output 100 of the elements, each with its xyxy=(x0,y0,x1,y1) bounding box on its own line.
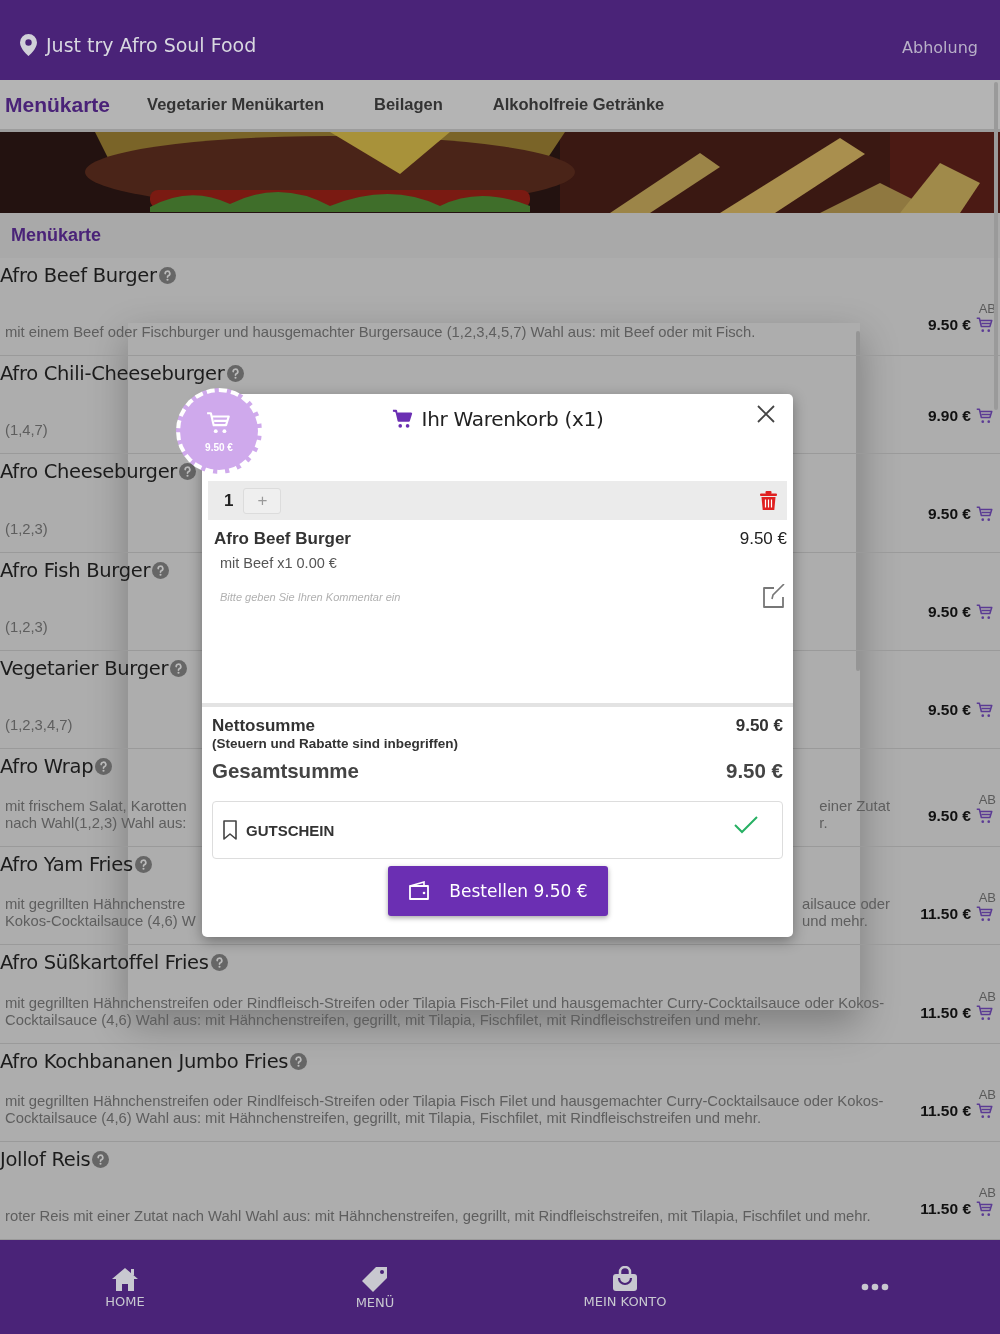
item-price: 9.50 € xyxy=(927,316,971,335)
add-to-cart-button[interactable] xyxy=(976,1003,994,1022)
cart-icon xyxy=(976,1199,994,1218)
item-name: Vegetarier Burger xyxy=(0,656,169,680)
cart-icon xyxy=(976,701,994,720)
help-icon[interactable] xyxy=(290,1052,308,1070)
cart-icon xyxy=(976,905,994,924)
order-button[interactable]: Bestellen 9.50 € xyxy=(387,866,608,916)
scrollbar[interactable] xyxy=(994,82,998,410)
from-label: AB xyxy=(978,988,996,1004)
help-icon[interactable] xyxy=(152,561,170,579)
help-icon[interactable] xyxy=(134,856,152,874)
from-label: AB xyxy=(978,1086,996,1102)
item-name: Afro Wrap xyxy=(0,755,94,778)
bag-icon xyxy=(611,1265,639,1292)
from-label: AB xyxy=(978,1184,996,1200)
item-description: (1,2,3,4,7) xyxy=(5,717,73,734)
item-name: Afro Süßkartoffel Fries xyxy=(0,951,209,975)
cart-icon xyxy=(976,1101,994,1120)
help-icon[interactable] xyxy=(158,267,176,284)
coupon-field[interactable]: GUTSCHEIN xyxy=(212,801,783,859)
item-description: ailsauce oder und mehr. xyxy=(802,896,890,931)
item-description: (1,2,3) xyxy=(5,520,48,538)
item-description: einer Zutat r. xyxy=(819,798,890,833)
trash-icon xyxy=(760,490,777,511)
add-to-cart-button[interactable] xyxy=(976,1199,994,1218)
close-button[interactable] xyxy=(755,403,777,425)
cart-icon xyxy=(206,409,232,436)
comment-field[interactable]: Bitte geben Sie Ihren Kommentar ein xyxy=(214,591,761,603)
item-description: mit einem Beef oder Fischburger und hausgemachter Burgersauce (1,2,3,4,5,7) Wahl aus: mit Beef oder mit Fisch. xyxy=(5,324,756,342)
add-to-cart-button[interactable] xyxy=(976,701,994,720)
nav-item[interactable]: HOME xyxy=(101,1265,149,1309)
close-icon xyxy=(757,405,775,423)
cart-item-name: Afro Beef Burger xyxy=(214,529,351,549)
tag-icon xyxy=(360,1264,390,1293)
help-icon[interactable] xyxy=(95,758,113,775)
cart-icon xyxy=(976,807,994,826)
home-icon xyxy=(110,1265,140,1292)
item-name: Afro Yam Fries xyxy=(0,853,133,877)
help-icon[interactable] xyxy=(170,659,188,677)
item-description: (1,2,3) xyxy=(5,618,48,636)
item-price: 9.50 € xyxy=(927,701,971,720)
grand-total-value: 9.50 € xyxy=(726,759,783,783)
order-mode[interactable]: Abholung xyxy=(902,33,978,57)
more-icon xyxy=(861,1283,889,1291)
section-title: Menükarte xyxy=(11,225,102,246)
category-tab[interactable]: Alkoholfreie Getränke xyxy=(467,95,690,114)
add-to-cart-button[interactable] xyxy=(976,1101,994,1120)
restaurant-name: Just try Afro Soul Food xyxy=(46,34,257,56)
category-tab[interactable]: Beilagen xyxy=(349,95,468,114)
location-pin-icon xyxy=(20,34,37,56)
net-total-label: Nettosumme xyxy=(212,716,315,736)
add-to-cart-button[interactable] xyxy=(976,807,994,826)
coupon-label: GUTSCHEIN xyxy=(246,821,335,839)
cart-icon xyxy=(976,1003,994,1022)
cart-item-price: 9.50 € xyxy=(739,529,787,549)
help-icon[interactable] xyxy=(179,463,197,481)
net-total-value: 9.50 € xyxy=(735,716,783,736)
dialog-title: Ihr Warenkorb (x1) xyxy=(421,407,604,431)
add-to-cart-button[interactable] xyxy=(976,316,994,335)
tax-note: (Steuern und Rabatte sind inbegriffen) xyxy=(212,736,459,751)
help-icon[interactable] xyxy=(92,1150,110,1168)
add-to-cart-button[interactable] xyxy=(976,603,994,622)
item-description: (1,4,7) xyxy=(5,422,48,440)
cart-amount: 9.50 € xyxy=(205,441,233,453)
item-name: Afro Kochbananen Jumbo Fries xyxy=(0,1049,289,1073)
nav-item[interactable]: MENÜ xyxy=(351,1264,399,1310)
item-name: Afro Fish Burger xyxy=(0,558,151,582)
category-tab[interactable]: Menükarte xyxy=(0,92,123,117)
cart-icon xyxy=(976,406,994,425)
item-name: Afro Beef Burger xyxy=(0,264,157,287)
edit-button[interactable] xyxy=(761,584,787,610)
item-price: 9.50 € xyxy=(927,505,971,523)
help-icon[interactable] xyxy=(226,365,244,383)
help-icon[interactable] xyxy=(210,954,228,972)
wallet-icon xyxy=(407,881,432,901)
cart-icon xyxy=(391,408,414,430)
add-to-cart-button[interactable] xyxy=(976,905,994,924)
grand-total-label: Gesamtsumme xyxy=(212,759,359,783)
quantity: 1 xyxy=(224,490,234,511)
item-name: Afro Cheeseburger xyxy=(0,460,178,484)
item-description: mit gegrillten Hähnchenstreifen oder Rindlfeisch-Streifen oder Tilapia Fisch Filet und hausgemachter Curry-Cocktailsauce oder Kokos-Cocktailsauce (4,6) Wahl aus: mit Hähnchenstreifen, gegrillt, mit Tilapia, Fischfilet, mit Rindfleischstreifen und mehr. xyxy=(5,1092,885,1127)
from-label: AB xyxy=(978,890,996,906)
item-price: 11.50 € xyxy=(920,1199,971,1218)
cart-icon xyxy=(976,603,994,622)
item-price: 9.50 € xyxy=(927,807,971,826)
add-to-cart-button[interactable] xyxy=(976,406,994,425)
category-tab[interactable]: Vegetarier Menükarten xyxy=(122,95,350,114)
item-price: 11.50 € xyxy=(920,1003,971,1022)
item-price: 9.90 € xyxy=(927,406,971,425)
edit-icon xyxy=(761,584,787,610)
delete-button[interactable] xyxy=(760,490,777,511)
item-description: roter Reis mit einer Zutat nach Wahl Wahl aus: mit Hähnchenstreifen, gegrillt, mit Rindfleischstreifen, mit Tilapia, Fischfilet und mehr. xyxy=(5,1208,871,1226)
nav-item[interactable]: MEIN KONTO xyxy=(579,1265,671,1309)
cart-icon xyxy=(976,316,994,335)
item-name: Afro Chili-Cheeseburger xyxy=(0,362,225,386)
add-to-cart-button[interactable] xyxy=(976,505,994,523)
item-option: mit Beef x1 0.00 € xyxy=(220,555,787,571)
bookmark-icon xyxy=(222,820,238,840)
from-label: AB xyxy=(978,792,996,808)
